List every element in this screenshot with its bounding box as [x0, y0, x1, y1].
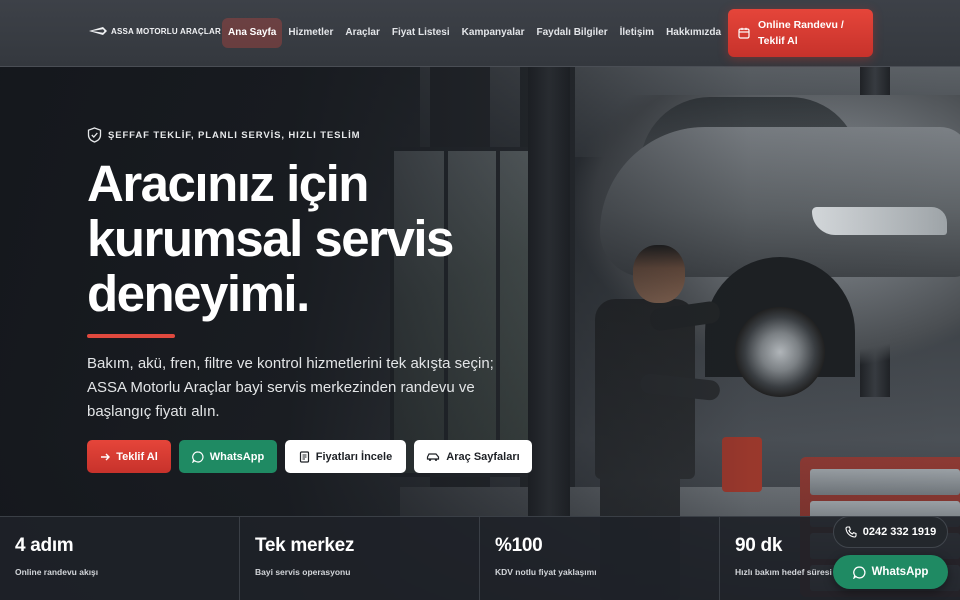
- floating-whatsapp-label: WhatsApp: [871, 566, 929, 578]
- nav-item-hizmetler[interactable]: Hizmetler: [282, 18, 339, 48]
- hero-button-row: Teklif Al WhatsApp Fiyatları İncele Araç…: [87, 440, 532, 473]
- whatsapp-icon: [852, 565, 866, 579]
- car-icon: [427, 452, 440, 461]
- nav-item-hakkimizda[interactable]: Hakkımızda: [660, 18, 727, 48]
- nav-item-iletisim[interactable]: İletişim: [614, 18, 660, 48]
- stat-label: KDV notlu fiyat yaklaşımı: [495, 567, 597, 577]
- stat-label: Bayi servis operasyonu: [255, 567, 351, 577]
- hero-eyebrow: ŞEFFAF TEKLİF, PLANLI SERVİS, HIZLI TESL…: [87, 127, 360, 143]
- calendar-icon: [738, 27, 750, 39]
- main-nav: Ana Sayfa Hizmetler Araçlar Fiyat Listes…: [222, 18, 727, 48]
- whatsapp-label: WhatsApp: [209, 450, 265, 463]
- stat-value: 4 adım: [15, 535, 74, 556]
- floating-phone-number: 0242 332 1919: [862, 526, 937, 538]
- site-header: ASSA MOTORLU ARAÇLAR Ana Sayfa Hizmetler…: [0, 0, 960, 67]
- stat-item: Tek merkez Bayi servis operasyonu: [240, 517, 480, 600]
- stat-item: %100 KDV notlu fiyat yaklaşımı: [480, 517, 720, 600]
- brand-name: ASSA MOTORLU ARAÇLAR: [111, 26, 221, 36]
- hero-description: Bakım, akü, fren, filtre ve kontrol hizm…: [87, 355, 494, 420]
- hero-headline: Aracınız için kurumsal servis deneyimi.: [87, 155, 454, 322]
- hero-eyebrow-text: ŞEFFAF TEKLİF, PLANLI SERVİS, HIZLI TESL…: [108, 129, 361, 141]
- arac-sayfalari-label: Araç Sayfaları: [446, 450, 520, 463]
- online-randevu-label: Online Randevu / Teklif Al: [758, 19, 844, 47]
- logo-mark-icon: [89, 27, 107, 35]
- floating-phone-button[interactable]: 0242 332 1919: [833, 516, 948, 548]
- teklif-al-label: Teklif Al: [116, 450, 158, 463]
- whatsapp-icon: [191, 450, 204, 463]
- nav-item-fiyat-listesi[interactable]: Fiyat Listesi: [386, 18, 456, 48]
- nav-item-araclar[interactable]: Araçlar: [339, 18, 385, 48]
- nav-item-ana-sayfa[interactable]: Ana Sayfa: [222, 18, 283, 48]
- brand-logo[interactable]: ASSA MOTORLU ARAÇLAR: [89, 25, 221, 37]
- phone-icon: [845, 526, 857, 538]
- stat-value: %100: [495, 535, 543, 556]
- document-icon: [299, 450, 309, 463]
- whatsapp-button[interactable]: WhatsApp: [179, 440, 277, 473]
- teklif-al-button[interactable]: Teklif Al: [87, 440, 171, 473]
- nav-item-faydali-bilgiler[interactable]: Faydalı Bilgiler: [530, 18, 613, 48]
- stat-label: Online randevu akışı: [15, 567, 99, 577]
- fiyatlari-incele-label: Fiyatları İncele: [315, 450, 393, 463]
- fiyatlari-incele-button[interactable]: Fiyatları İncele: [285, 440, 406, 473]
- stat-value: Tek merkez: [255, 535, 355, 556]
- arrow-right-icon: [101, 453, 111, 460]
- online-randevu-button[interactable]: Online Randevu / Teklif Al: [728, 9, 873, 57]
- stats-bar: 4 adım Online randevu akışı Tek merkez B…: [0, 516, 960, 600]
- stat-item: 4 adım Online randevu akışı: [0, 517, 240, 600]
- headline-accent-bar: [87, 334, 175, 338]
- floating-whatsapp-button[interactable]: WhatsApp: [833, 555, 948, 589]
- nav-item-kampanyalar[interactable]: Kampanyalar: [456, 18, 531, 48]
- arac-sayfalari-button[interactable]: Araç Sayfaları: [414, 440, 532, 473]
- shield-check-icon: [87, 127, 102, 143]
